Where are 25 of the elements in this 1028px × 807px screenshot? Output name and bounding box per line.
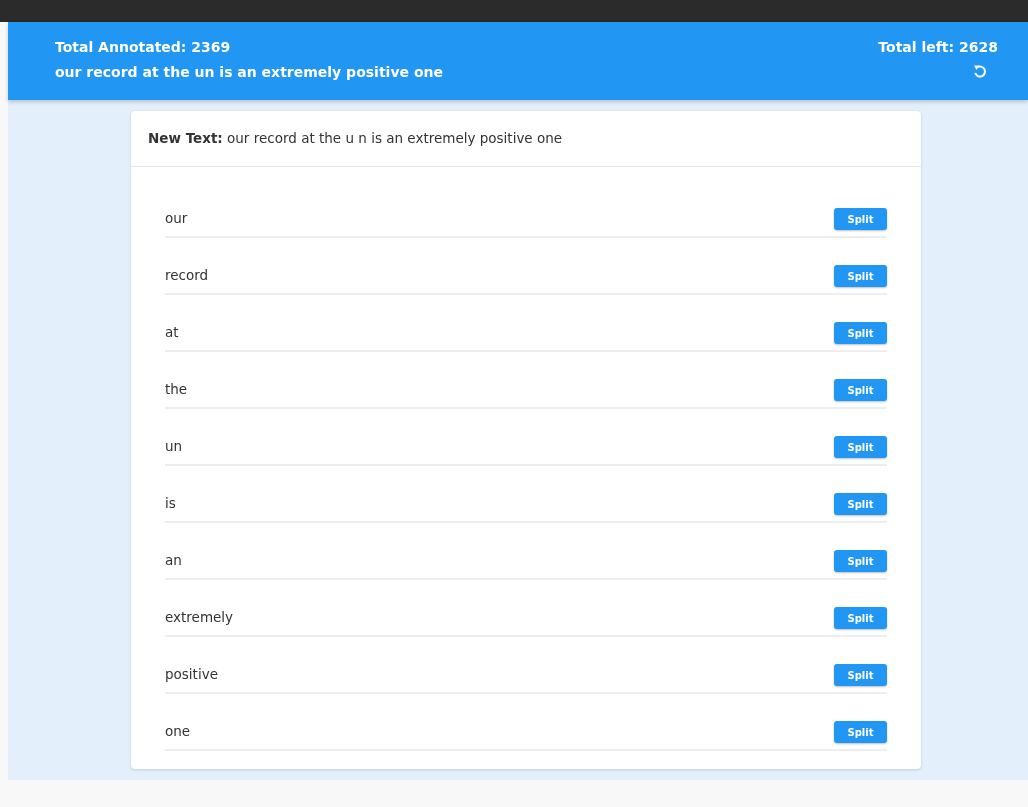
split-button[interactable]: Split xyxy=(834,379,887,401)
new-text: New Text: our record at the u n is an extremely positive one xyxy=(148,130,563,146)
sentence-text: our record at the un is an extremely positive one xyxy=(55,63,443,82)
token-word: positive xyxy=(165,664,218,684)
token-word: an xyxy=(165,550,182,570)
total-left: Total left: 2628 xyxy=(878,38,998,57)
split-button[interactable]: Split xyxy=(834,322,887,344)
token-word: our xyxy=(165,208,188,228)
split-button[interactable]: Split xyxy=(834,607,887,629)
split-button[interactable]: Split xyxy=(834,493,887,515)
token-word: the xyxy=(165,379,188,399)
token-word: at xyxy=(165,322,179,342)
token-word: record xyxy=(165,265,209,285)
split-button[interactable]: Split xyxy=(834,664,887,686)
split-button[interactable]: Split xyxy=(834,208,887,230)
token-word: un xyxy=(165,436,183,456)
split-button[interactable]: Split xyxy=(834,721,887,743)
split-button[interactable]: Split xyxy=(834,436,887,458)
token-word: is xyxy=(165,493,176,513)
reset-icon[interactable] xyxy=(972,64,988,80)
token-word: one xyxy=(165,721,191,741)
split-button[interactable]: Split xyxy=(834,265,887,287)
token-word: extremely xyxy=(165,607,234,627)
split-button[interactable]: Split xyxy=(834,550,887,572)
total-annotated: Total Annotated: 2369 xyxy=(55,38,232,57)
